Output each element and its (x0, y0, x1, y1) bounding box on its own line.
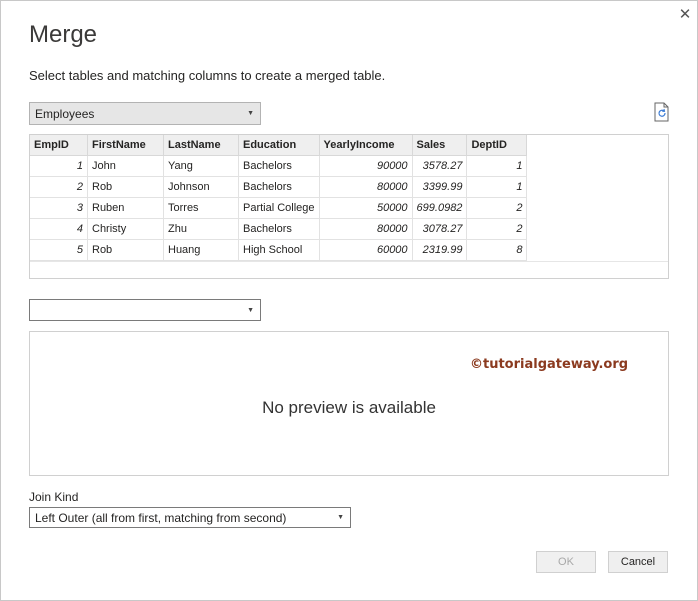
column-header[interactable]: FirstName (87, 135, 164, 156)
table-cell: Zhu (163, 218, 239, 240)
dialog-instructions: Select tables and matching columns to cr… (29, 68, 386, 83)
table-cell: High School (238, 239, 320, 261)
table-cell: 1 (466, 155, 528, 177)
table-cell: 90000 (319, 155, 413, 177)
table-cell: 699.0982 (412, 197, 468, 219)
first-table-selected: Employees (35, 106, 95, 121)
table-cell: Johnson (163, 176, 239, 198)
table-cell: 4 (30, 218, 88, 240)
column-header[interactable]: LastName (163, 135, 239, 156)
table-cell: 50000 (319, 197, 413, 219)
table-cell: John (87, 155, 164, 177)
chevron-down-icon: ▼ (337, 514, 344, 521)
first-table-preview: EmpID FirstName LastName Education Yearl… (29, 134, 669, 279)
ok-button[interactable]: OK (536, 551, 596, 573)
watermark: ©tutorialgateway.org (470, 357, 629, 372)
column-header[interactable]: DeptID (466, 135, 528, 156)
table-cell: 2319.99 (412, 239, 468, 261)
table-cell: 8 (466, 239, 528, 261)
table-cell: Christy (87, 218, 164, 240)
column-header[interactable]: EmpID (30, 135, 88, 156)
join-kind-dropdown[interactable]: Left Outer (all from first, matching fro… (29, 507, 351, 528)
table-row: 2 Rob Johnson Bachelors 80000 3399.99 1 (30, 176, 528, 198)
column-header[interactable]: Sales (412, 135, 468, 156)
table-cell: Bachelors (238, 176, 320, 198)
join-kind-label: Join Kind (29, 490, 79, 504)
cancel-button[interactable]: Cancel (608, 551, 668, 573)
table-cell: Rob (87, 239, 164, 261)
no-preview-message: No preview is available (262, 398, 436, 417)
merge-dialog: ✕ Merge Select tables and matching colum… (0, 0, 698, 601)
join-kind-selected: Left Outer (all from first, matching fro… (35, 510, 287, 525)
table-cell: Bachelors (238, 218, 320, 240)
table-cell: 80000 (319, 176, 413, 198)
table-cell: 1 (466, 176, 528, 198)
column-header[interactable]: Education (238, 135, 320, 156)
table-cell: 3578.27 (412, 155, 468, 177)
table-cell: 2 (466, 197, 528, 219)
refresh-file-icon[interactable] (653, 102, 671, 122)
second-table-preview: ©tutorialgateway.org No preview is avail… (29, 331, 669, 476)
table-cell: Huang (163, 239, 239, 261)
table-cell: 1 (30, 155, 88, 177)
table-cell: Torres (163, 197, 239, 219)
table-row: 4 Christy Zhu Bachelors 80000 3078.27 2 (30, 218, 528, 240)
table-cell: 2 (30, 176, 88, 198)
table-cell: Bachelors (238, 155, 320, 177)
first-table-dropdown[interactable]: Employees ▼ (29, 102, 261, 125)
horizontal-scrollbar[interactable] (30, 261, 668, 278)
dialog-title: Merge (29, 21, 98, 48)
table-row: 1 John Yang Bachelors 90000 3578.27 1 (30, 155, 528, 177)
table-row: 5 Rob Huang High School 60000 2319.99 8 (30, 239, 528, 261)
column-header[interactable]: YearlyIncome (319, 135, 413, 156)
table-cell: 3078.27 (412, 218, 468, 240)
table-cell: Partial College (238, 197, 320, 219)
second-table-dropdown[interactable]: ▼ (29, 299, 261, 321)
table-cell: Ruben (87, 197, 164, 219)
chevron-down-icon: ▼ (247, 110, 254, 117)
table-cell: 3399.99 (412, 176, 468, 198)
table-cell: Rob (87, 176, 164, 198)
close-icon[interactable]: ✕ (675, 5, 695, 25)
table-cell: Yang (163, 155, 239, 177)
table-cell: 80000 (319, 218, 413, 240)
chevron-down-icon: ▼ (247, 306, 254, 314)
table-row: 3 Ruben Torres Partial College 50000 699… (30, 197, 528, 219)
table-cell: 2 (466, 218, 528, 240)
table-cell: 3 (30, 197, 88, 219)
preview-table: EmpID FirstName LastName Education Yearl… (30, 135, 528, 261)
table-cell: 5 (30, 239, 88, 261)
table-cell: 60000 (319, 239, 413, 261)
header-row: EmpID FirstName LastName Education Yearl… (30, 135, 528, 156)
